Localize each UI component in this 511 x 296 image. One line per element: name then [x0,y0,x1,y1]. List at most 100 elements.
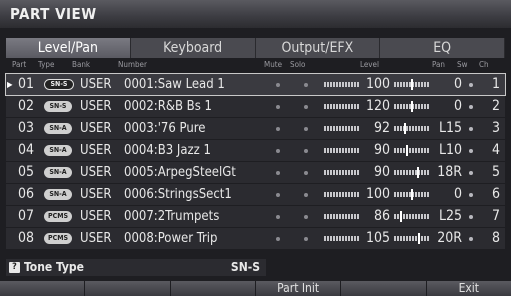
midi-channel[interactable]: 4 [484,140,500,161]
tone-number[interactable]: 0006:StringsSect1 [124,184,232,205]
mute-indicator[interactable] [276,215,280,219]
level-meter [324,170,360,175]
col-pan: Pan [432,60,445,69]
midi-channel[interactable]: 3 [484,118,500,139]
tab-level-pan[interactable]: Level/Pan [6,38,131,58]
part-row[interactable]: 07 PCMS USER 0007:2Trumpets 86 L25 7 [6,206,505,227]
function-button-5[interactable] [341,281,426,296]
bank-name[interactable]: USER [80,228,112,249]
pan-value[interactable]: 0 [430,96,462,117]
function-button-2[interactable] [85,281,170,296]
switch-indicator[interactable] [469,215,473,219]
pan-position-marker [404,123,406,134]
midi-channel[interactable]: 1 [484,74,500,95]
col-part: Part [12,60,27,69]
part-init-button[interactable]: Part Init [255,281,341,296]
part-row[interactable]: 06 SN-A USER 0006:StringsSect1 100 0 6 [6,184,505,205]
tab-keyboard[interactable]: Keyboard [130,38,256,58]
pan-meter [394,148,430,153]
part-row[interactable]: 08 PCMS USER 0008:Power Trip 105 20R 8 [6,228,505,249]
level-value[interactable]: 92 [362,118,390,139]
pan-position-marker [411,101,413,112]
part-number: 05 [18,164,35,180]
level-value[interactable]: 100 [362,74,390,95]
pan-value[interactable]: L10 [430,140,462,161]
level-value[interactable]: 90 [362,162,390,183]
mute-indicator[interactable] [276,127,280,131]
part-number: 06 [18,186,35,202]
bank-name[interactable]: USER [80,184,112,205]
solo-indicator[interactable] [304,215,308,219]
switch-indicator[interactable] [469,193,473,197]
tab-eq[interactable]: EQ [380,38,505,58]
exit-button[interactable]: Exit [426,281,511,296]
pan-value[interactable]: 18R [430,162,462,183]
midi-channel[interactable]: 7 [484,206,500,227]
function-bar: Part Init Exit [0,281,511,296]
bank-name[interactable]: USER [80,162,112,183]
switch-indicator[interactable] [469,83,473,87]
pan-value[interactable]: 0 [430,74,462,95]
tone-number[interactable]: 0003:'76 Pure [124,118,205,139]
info-label: Tone Type [24,260,84,274]
midi-channel[interactable]: 2 [484,96,500,117]
switch-indicator[interactable] [469,149,473,153]
bank-name[interactable]: USER [80,140,112,161]
bank-name[interactable]: USER [80,96,112,117]
switch-indicator[interactable] [469,127,473,131]
level-value[interactable]: 100 [362,184,390,205]
part-row[interactable]: 03 SN-A USER 0003:'76 Pure 92 L15 3 [6,118,505,139]
level-value[interactable]: 86 [362,206,390,227]
function-button-1[interactable] [0,281,85,296]
pan-value[interactable]: L25 [430,206,462,227]
solo-indicator[interactable] [304,171,308,175]
midi-channel[interactable]: 8 [484,228,500,249]
pan-value[interactable]: L15 [430,118,462,139]
mute-indicator[interactable] [276,149,280,153]
bank-name[interactable]: USER [80,118,112,139]
tone-number[interactable]: 0004:B3 Jazz 1 [124,140,211,161]
solo-indicator[interactable] [304,237,308,241]
tab-output-efx[interactable]: Output/EFX [255,38,381,58]
part-row[interactable]: 02 SN-S USER 0002:R&B Bs 1 120 0 2 [6,96,505,117]
pan-meter [394,170,430,175]
part-row[interactable]: 04 SN-A USER 0004:B3 Jazz 1 90 L10 4 [6,140,505,161]
midi-channel[interactable]: 5 [484,162,500,183]
tone-number[interactable]: 0001:Saw Lead 1 [124,74,225,95]
pan-position-marker [400,211,402,222]
solo-indicator[interactable] [304,193,308,197]
tone-number[interactable]: 0005:ArpegSteelGt [124,162,236,183]
midi-channel[interactable]: 6 [484,184,500,205]
bank-name[interactable]: USER [80,74,112,95]
mute-indicator[interactable] [276,171,280,175]
mute-indicator[interactable] [276,237,280,241]
part-row[interactable]: 05 SN-A USER 0005:ArpegSteelGt 90 18R 5 [6,162,505,183]
tone-number[interactable]: 0007:2Trumpets [124,206,219,227]
col-sw: Sw [457,60,468,69]
switch-indicator[interactable] [469,237,473,241]
pan-position-marker [418,233,420,244]
level-meter [324,236,360,241]
pan-value[interactable]: 20R [430,228,462,249]
part-list: ▶ 01 SN-S USER 0001:Saw Lead 1 100 0 1 0… [5,73,506,250]
mute-indicator[interactable] [276,105,280,109]
switch-indicator[interactable] [469,171,473,175]
solo-indicator[interactable] [304,83,308,87]
function-button-3[interactable] [170,281,255,296]
level-value[interactable]: 105 [362,228,390,249]
solo-indicator[interactable] [304,149,308,153]
tab-bar: Level/Pan Keyboard Output/EFX EQ [6,38,505,58]
switch-indicator[interactable] [469,105,473,109]
level-value[interactable]: 90 [362,140,390,161]
part-row[interactable]: ▶ 01 SN-S USER 0001:Saw Lead 1 100 0 1 [5,73,506,96]
tone-number[interactable]: 0002:R&B Bs 1 [124,96,212,117]
pan-value[interactable]: 0 [430,184,462,205]
solo-indicator[interactable] [304,105,308,109]
solo-indicator[interactable] [304,127,308,131]
tone-number[interactable]: 0008:Power Trip [124,228,217,249]
bank-name[interactable]: USER [80,206,112,227]
page-title: PART VIEW [10,5,97,23]
level-value[interactable]: 120 [362,96,390,117]
mute-indicator[interactable] [276,193,280,197]
mute-indicator[interactable] [276,83,280,87]
